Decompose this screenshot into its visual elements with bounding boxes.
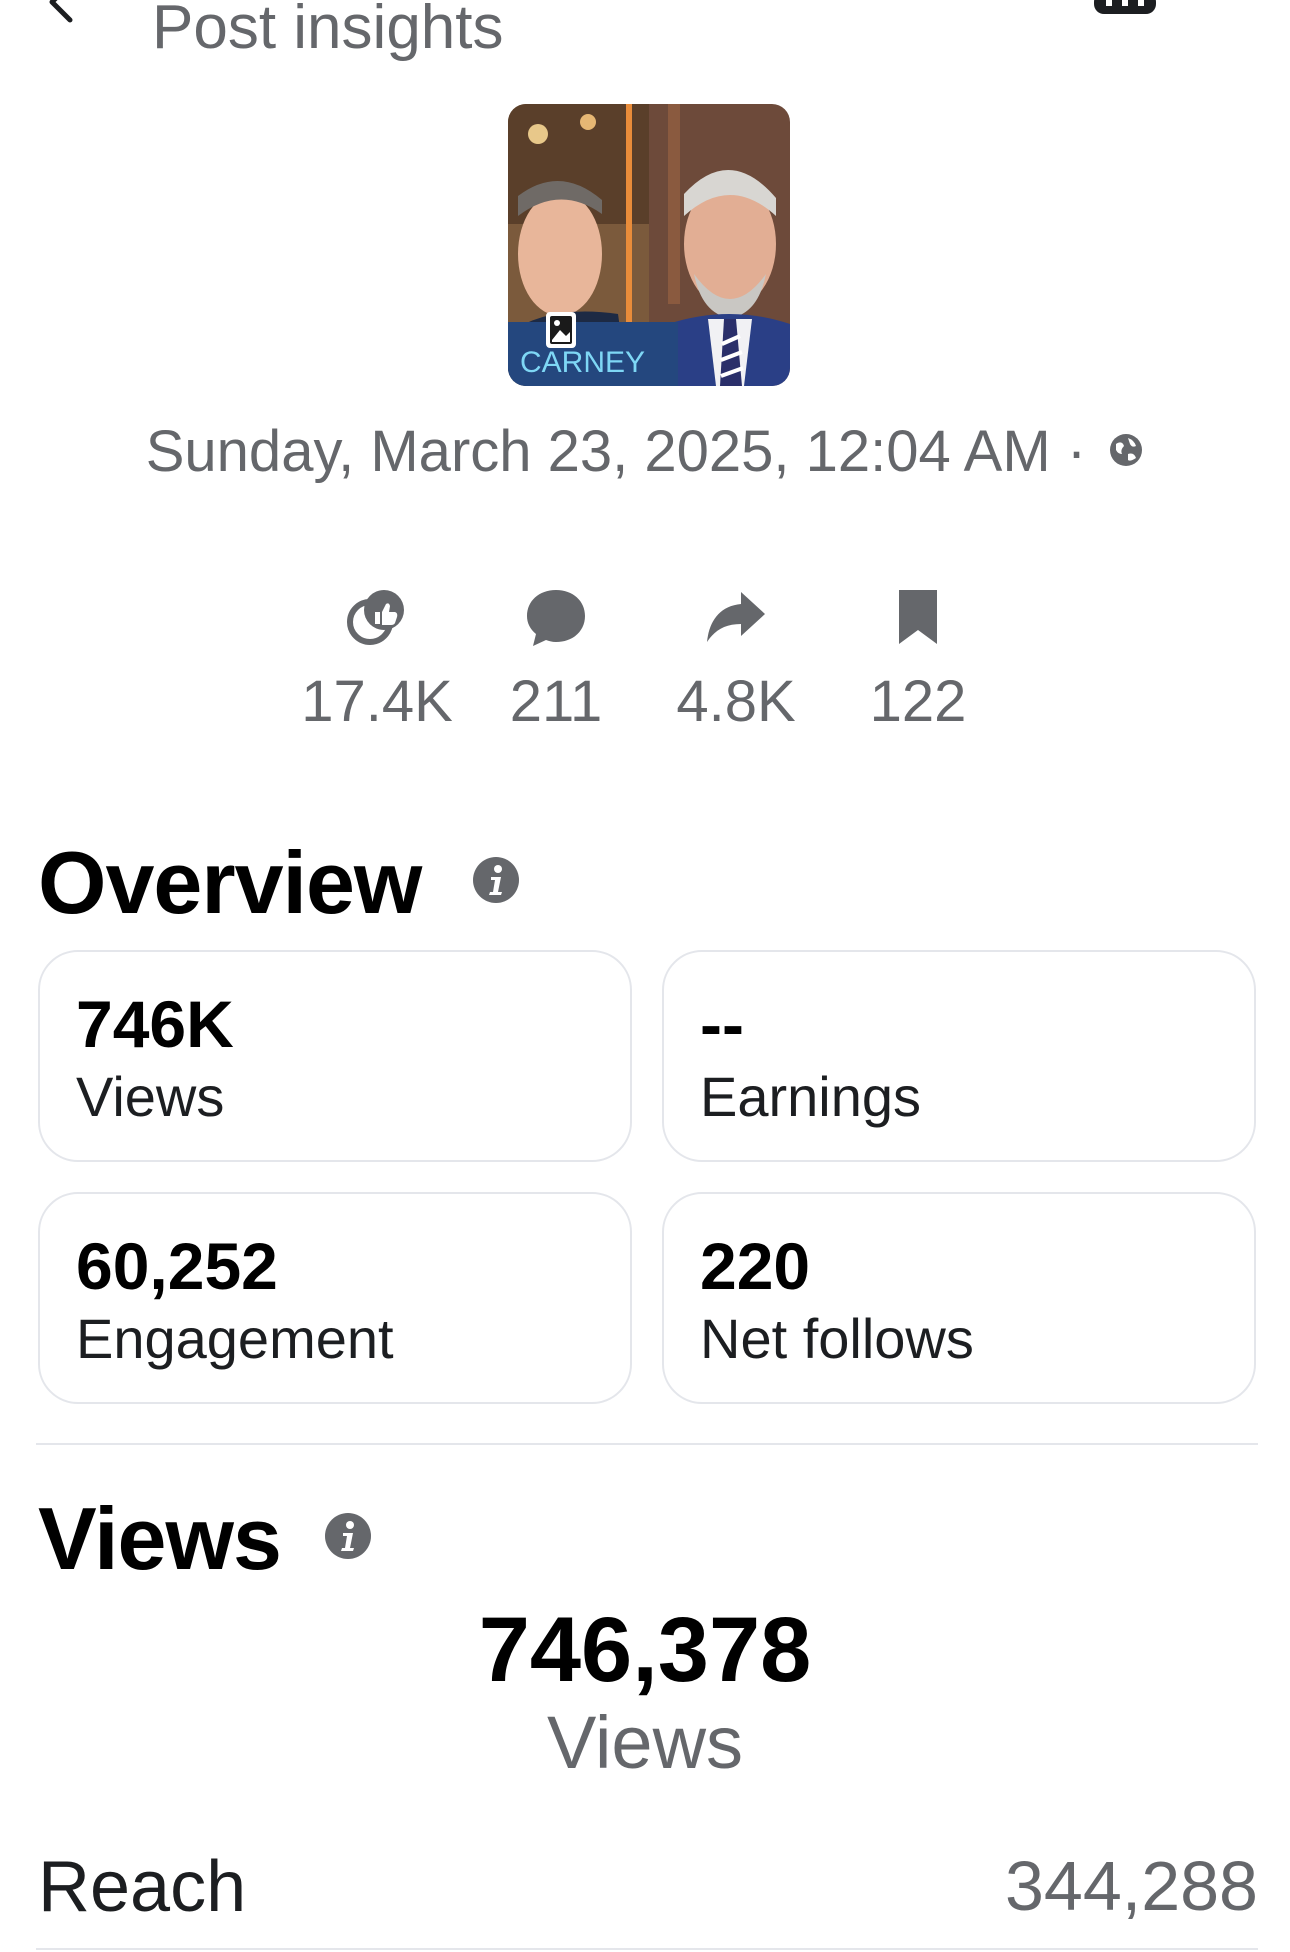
share-icon bbox=[707, 592, 765, 642]
views-title: Views bbox=[38, 1489, 282, 1588]
saves-count: 122 bbox=[869, 669, 967, 734]
back-arrow-icon[interactable] bbox=[40, 0, 88, 26]
comments-stat[interactable]: 211 bbox=[466, 582, 646, 735]
comments-count: 211 bbox=[509, 669, 603, 734]
net-follows-card-label: Net follows bbox=[700, 1307, 974, 1370]
views-total: 746,378 bbox=[478, 1599, 812, 1701]
post-thumbnail[interactable]: CARNEY bbox=[508, 104, 790, 386]
header: Post insights bbox=[0, 0, 1290, 80]
reactions-stat[interactable]: 17.4K bbox=[287, 582, 467, 735]
more-icon[interactable] bbox=[1092, 0, 1158, 20]
net-follows-card-value: 220 bbox=[700, 1229, 811, 1303]
date-separator: · bbox=[1066, 419, 1087, 484]
views-total-label: Views bbox=[546, 1701, 744, 1784]
views-info-icon[interactable] bbox=[324, 1512, 372, 1560]
earnings-card-value: -- bbox=[700, 987, 744, 1061]
views-card[interactable]: 746K Views bbox=[38, 950, 632, 1162]
net-follows-card[interactable]: 220 Net follows bbox=[662, 1192, 1256, 1404]
post-date: Sunday, March 23, 2025, 12:04 AM bbox=[145, 419, 1051, 484]
earnings-card-label: Earnings bbox=[700, 1065, 922, 1128]
views-card-label: Views bbox=[76, 1065, 225, 1128]
globe-icon bbox=[1110, 433, 1143, 466]
overview-info-icon[interactable] bbox=[472, 856, 520, 904]
shares-stat[interactable]: 4.8K bbox=[646, 582, 826, 735]
reactions-count: 17.4K bbox=[301, 669, 453, 734]
post-date-line: Sunday, March 23, 2025, 12:04 AM · bbox=[0, 418, 1290, 485]
engagement-card-value: 60,252 bbox=[76, 1229, 278, 1303]
bookmark-icon bbox=[899, 590, 937, 644]
earnings-card[interactable]: -- Earnings bbox=[662, 950, 1256, 1162]
thumbnail-caption: CARNEY bbox=[520, 346, 645, 379]
engagement-card[interactable]: 60,252 Engagement bbox=[38, 1192, 632, 1404]
reactions-icon bbox=[347, 590, 404, 645]
overview-title: Overview bbox=[38, 833, 422, 932]
views-card-value: 746K bbox=[76, 987, 234, 1061]
page-title: Post insights bbox=[152, 0, 504, 62]
engagement-card-label: Engagement bbox=[76, 1307, 394, 1370]
reach-label: Reach bbox=[38, 1847, 247, 1927]
thumbnail-image: CARNEY bbox=[508, 104, 790, 386]
comment-icon bbox=[527, 590, 585, 646]
bottom-divider bbox=[36, 1948, 1258, 1950]
saves-stat[interactable]: 122 bbox=[828, 582, 1008, 735]
reach-value: 344,288 bbox=[1004, 1847, 1258, 1925]
section-divider bbox=[36, 1443, 1258, 1445]
shares-count: 4.8K bbox=[676, 669, 796, 734]
